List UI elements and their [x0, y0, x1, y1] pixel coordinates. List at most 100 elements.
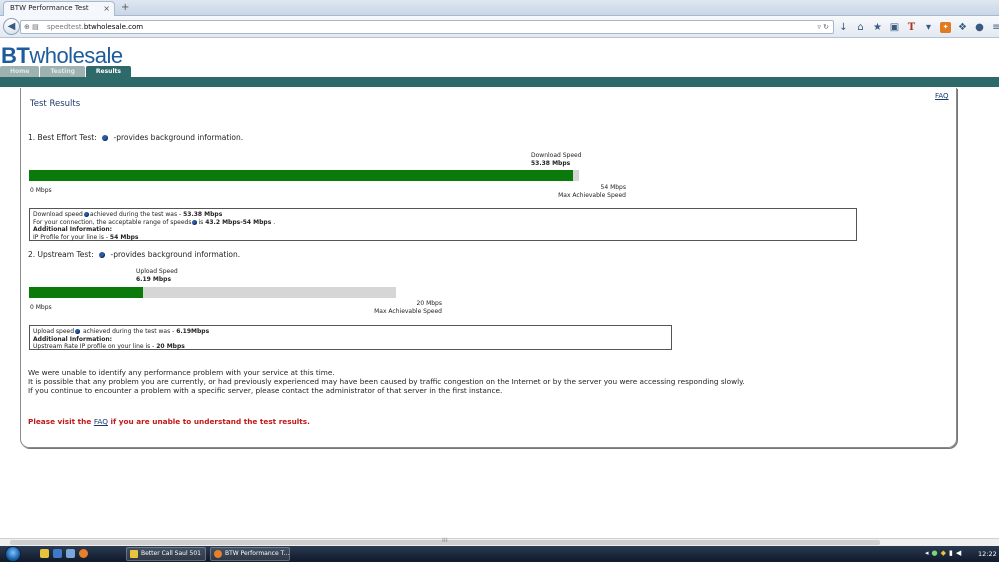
summary-line-2: It is possible that any problem you are …	[28, 377, 745, 387]
ip-profile-value: 54 Mbps	[109, 233, 139, 241]
download-speed-info-icon[interactable]	[83, 212, 89, 217]
tray-arrow-icon[interactable]: ◂	[925, 549, 929, 557]
download-info-box: Download speed achieved during the test w…	[29, 208, 857, 241]
browser-tab-bar: BTW Performance Test × +	[0, 0, 999, 16]
horizontal-scrollbar[interactable]: ⁞⁞⁞	[0, 537, 999, 546]
extension-icon[interactable]: ✦	[940, 21, 951, 33]
nav-tab-results[interactable]: Results	[85, 66, 131, 77]
download-info-line-4: IP Profile for your line is - 54 Mbps	[33, 234, 853, 242]
upload-info-line-2: Additional Information:	[33, 336, 668, 344]
network-icon[interactable]: ▮	[949, 549, 953, 557]
folder-icon	[130, 550, 138, 558]
upload-speed-label: Upload Speed 6.19 Mbps	[136, 268, 178, 284]
additional-info-label: Additional Information:	[33, 226, 113, 233]
download-info-icon[interactable]	[102, 135, 109, 141]
download-scale-max: 54 Mbps Max Achievable Speed	[540, 184, 626, 200]
tab-title: BTW Performance Test	[10, 4, 89, 12]
logo-bt: BT	[1, 43, 30, 68]
logo-wholesale: wholesale	[29, 43, 123, 68]
site-nav: Home Testing Results	[0, 66, 132, 77]
download-max-value: 54 Mbps	[600, 184, 626, 191]
browser-icon	[214, 550, 222, 558]
upload-scale-min: 0 Mbps	[30, 304, 52, 311]
download-max-caption: Max Achievable Speed	[558, 192, 626, 199]
new-tab-button[interactable]: +	[121, 1, 129, 14]
upload-info-icon[interactable]	[99, 252, 106, 258]
upload-speed-info-icon[interactable]	[75, 329, 81, 334]
upload-max-caption: Max Achievable Speed	[374, 308, 442, 315]
upload-info-value: 6.19Mbps	[176, 328, 210, 335]
browser-tab-active[interactable]: BTW Performance Test ×	[3, 1, 115, 16]
taskbar-clock: 12:22	[978, 550, 997, 558]
faq-link-bottom[interactable]: FAQ	[94, 417, 108, 426]
reload-icon[interactable]: ▿ ↻	[817, 21, 829, 33]
text-tool-icon[interactable]: T	[906, 22, 917, 33]
bookmark-star-icon[interactable]: ★	[872, 22, 883, 33]
windows-taskbar: Better Call Saul 501 BTW Performance T..…	[0, 546, 999, 562]
additional-info-label: Additional Information:	[33, 335, 113, 343]
upload-info-text: achieved during the test was -	[81, 328, 177, 335]
scrollbar-grip-icon: ⁞⁞⁞	[442, 537, 448, 544]
download-speed-value: 53.38 Mbps	[531, 160, 571, 167]
download-speed-label: Download Speed 53.38 Mbps	[531, 152, 582, 168]
download-info-line-2: For your connection, the acceptable rang…	[33, 219, 853, 227]
tray-app-icon[interactable]: ●	[932, 549, 938, 557]
home-icon[interactable]: ⌂	[855, 22, 866, 33]
upload-info-text: Upload speed	[33, 328, 75, 335]
download-speed-caption: Download Speed	[531, 152, 582, 159]
upstream-profile-text: Upstream Rate IP profile on your line is…	[33, 343, 157, 350]
upload-speed-fill	[29, 287, 143, 298]
faq-link-top[interactable]: FAQ	[935, 92, 949, 100]
start-button[interactable]	[5, 546, 21, 562]
download-icon[interactable]: ↓	[838, 22, 849, 33]
upstream-profile-value: 20 Mbps	[156, 343, 185, 350]
upload-scale-max: 20 Mbps Max Achievable Speed	[356, 300, 442, 316]
nav-tab-testing[interactable]: Testing	[40, 66, 85, 77]
menu-icon[interactable]: ≡	[991, 22, 999, 33]
tray-shield-icon[interactable]: ◆	[941, 549, 946, 557]
volume-icon[interactable]: ◀	[956, 549, 961, 557]
upload-test-heading: 2. Upstream Test: -provides background i…	[28, 250, 240, 259]
nav-strip	[0, 77, 999, 87]
system-tray: ◂ ● ◆ ▮ ◀	[925, 549, 961, 557]
toolbar-icons: ↓ ⌂ ★ ▣ T ▾ ✦ ❖ ● ≡	[838, 19, 999, 35]
download-range-value: 43.2 Mbps-54 Mbps	[205, 218, 272, 226]
download-info-value: 53.38 Mbps	[183, 211, 223, 218]
upload-info-line-1: Upload speed achieved during the test wa…	[33, 328, 668, 336]
download-test-heading: 1. Best Effort Test: -provides backgroun…	[28, 133, 243, 142]
download-info-line-3: Additional Information:	[33, 226, 853, 234]
quick-launch	[40, 549, 88, 558]
download-heading-suffix: -provides background information.	[113, 133, 244, 142]
explorer-icon[interactable]	[40, 549, 49, 558]
download-range-text: For your connection, the acceptable rang…	[33, 218, 192, 226]
warning-text: if you are unable to understand the test…	[108, 417, 310, 426]
desktop-icon[interactable]	[66, 549, 75, 558]
range-info-icon[interactable]	[192, 219, 198, 225]
media-icon[interactable]	[53, 549, 62, 558]
nav-tab-home[interactable]: Home	[0, 66, 40, 77]
faq-warning: Please visit the FAQ if you are unable t…	[28, 417, 310, 426]
url-host: btwholesale.com	[83, 23, 144, 31]
download-info-text: Download speed	[33, 211, 83, 218]
download-info-line-1: Download speed achieved during the test w…	[33, 211, 853, 219]
download-speed-bar	[29, 170, 579, 181]
upload-info-box: Upload speed achieved during the test wa…	[29, 325, 672, 350]
upload-info-line-3: Upstream Rate IP profile on your line is…	[33, 343, 668, 351]
browser-nav-bar: ◀ ⊕ ▤ speedtest.btwholesale.com ▿ ↻ ↓ ⌂ …	[0, 16, 999, 38]
clipboard-icon[interactable]: ▣	[889, 22, 900, 33]
address-bar[interactable]: ⊕ ▤ speedtest.btwholesale.com ▿ ↻	[20, 20, 834, 34]
download-info-text: achieved during the test was -	[89, 211, 184, 218]
taskbar-item-folder[interactable]: Better Call Saul 501	[126, 547, 206, 561]
dropdown-icon[interactable]: ▾	[923, 22, 934, 33]
close-tab-icon[interactable]: ×	[103, 2, 110, 15]
site-identity-icon[interactable]: ⊕ ▤	[24, 21, 39, 33]
firefox-icon[interactable]	[79, 549, 88, 558]
taskbar-item-browser[interactable]: BTW Performance T...	[210, 547, 290, 561]
download-speed-fill	[29, 170, 573, 181]
summary-line-3: If you continue to encounter a problem w…	[28, 386, 503, 396]
bt-wholesale-logo[interactable]: BTwholesale	[1, 45, 123, 67]
chat-icon[interactable]: ●	[974, 22, 985, 33]
back-button[interactable]: ◀	[3, 18, 20, 35]
addon-icon[interactable]: ❖	[957, 22, 968, 33]
ip-profile-text: IP Profile for your line is -	[33, 233, 110, 241]
